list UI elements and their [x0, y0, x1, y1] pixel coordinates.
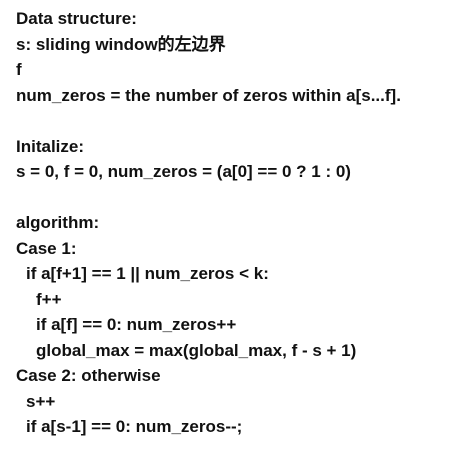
line-s-definition: s: sliding window的左边界 [16, 34, 226, 54]
algorithm-notes: Data structure: s: sliding window的左边界 f … [16, 6, 452, 440]
heading-case-2: Case 2: otherwise [16, 366, 161, 385]
line-case1-condition: if a[f+1] == 1 || num_zeros < k: [26, 264, 269, 283]
line-global-max-update: global_max = max(global_max, f - s + 1) [36, 340, 357, 360]
line-num-zeros-definition: num_zeros = the number of zeros within a… [16, 85, 401, 105]
line-zero-count-decrement: if a[s-1] == 0: num_zeros--; [26, 417, 243, 436]
line-f-definition: f [16, 60, 22, 79]
heading-initialize: Initalize: [16, 136, 85, 156]
line-zero-count-increment: if a[f] == 0: num_zeros++ [36, 315, 237, 334]
line-initial-values: s = 0, f = 0, num_zeros = (a[0] == 0 ? 1… [16, 162, 351, 181]
heading-algorithm: algorithm: [16, 213, 100, 232]
heading-case-1: Case 1: [16, 238, 77, 258]
line-s-increment: s++ [26, 391, 56, 411]
heading-data-structure: Data structure: [16, 9, 137, 28]
line-f-increment: f++ [36, 289, 62, 309]
